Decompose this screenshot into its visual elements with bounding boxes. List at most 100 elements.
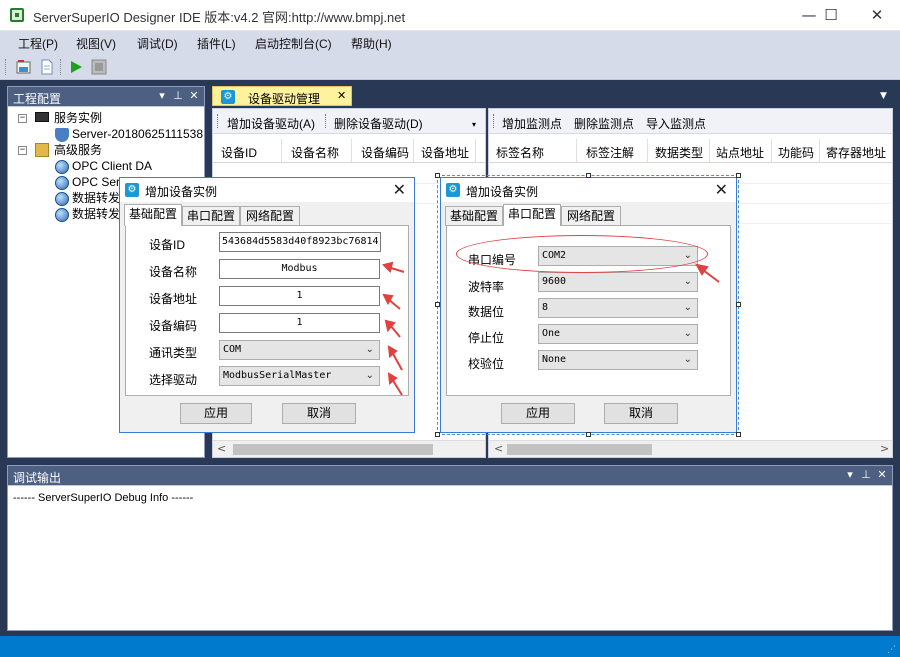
driver-select[interactable]: ModbusSerialMaster ⌄ [219,366,380,386]
import-monitor-point-button[interactable]: 导入监测点 [646,115,706,132]
resize-grip-icon[interactable]: ⋰ [887,645,896,655]
stopbits-label: 停止位 [468,331,505,345]
tree-item-advanced[interactable]: 高级服务 [54,142,102,158]
cancel-button[interactable]: 取消 [604,403,678,424]
tree-item-forward-1[interactable]: 数据转发 [72,190,120,206]
resize-handle[interactable] [586,432,591,437]
monitor-hscrollbar[interactable]: < > [489,440,892,457]
menu-view[interactable]: 视图(V) [76,35,116,52]
run-icon[interactable] [68,59,84,75]
resize-handle[interactable] [435,173,440,178]
shield-icon [55,128,69,142]
tree-item-opc-client[interactable]: OPC Client DA [72,158,152,174]
column-header[interactable]: 数据类型 [655,144,703,161]
cancel-button[interactable]: 取消 [282,403,356,424]
device-address-label: 设备地址 [149,292,198,306]
dialog-titlebar[interactable]: ⚙ 增加设备实例 ✕ [120,178,414,202]
dialog-close-icon[interactable]: ✕ [393,180,406,199]
column-header[interactable]: 标签注解 [586,144,634,161]
pin-icon[interactable]: ⊥ [171,89,185,102]
resize-handle[interactable] [435,432,440,437]
open-project-icon[interactable] [16,59,32,75]
tab-device-driver[interactable]: ⚙ 设备驱动管理 ✕ [212,86,352,106]
device-name-field[interactable]: Modbus [219,259,380,279]
apply-button[interactable]: 应用 [180,403,252,424]
resize-handle[interactable] [586,173,591,178]
scroll-left-icon[interactable]: < [217,442,226,455]
tab-serial-config[interactable]: 串口配置 [503,204,561,226]
menu-help[interactable]: 帮助(H) [351,35,392,52]
scroll-right-icon[interactable]: > [880,442,889,455]
close-icon[interactable]: ✕ [187,89,201,102]
scroll-thumb[interactable] [507,444,652,455]
device-hscrollbar[interactable]: < [213,440,485,457]
dialog-titlebar[interactable]: ⚙ 增加设备实例 ✕ [441,178,736,202]
tab-basic-config[interactable]: 基础配置 [124,204,182,226]
close-icon[interactable]: ✕ [875,468,889,481]
column-header[interactable]: 设备地址 [421,144,469,161]
tab-network-config[interactable]: 网络配置 [561,206,621,226]
column-header[interactable]: 设备ID [221,144,257,161]
stop-icon[interactable] [91,59,107,75]
menu-console[interactable]: 启动控制台(C) [255,35,332,52]
apply-button[interactable]: 应用 [501,403,575,424]
menu-plugins[interactable]: 插件(L) [197,35,236,52]
dialog-title: 增加设备实例 [145,185,218,199]
tab-list-icon[interactable]: ▼ [880,91,887,101]
scroll-thumb[interactable] [233,444,433,455]
stopbits-select[interactable]: One ⌄ [538,324,698,344]
pin-icon[interactable]: ⊥ [859,468,873,481]
scroll-left-icon[interactable]: < [494,442,503,455]
add-device-driver-button[interactable]: 增加设备驱动(A) [227,115,315,132]
maximize-button[interactable]: ☐ [808,0,854,30]
debug-output-header: 调试输出 ▾ ⊥ ✕ [8,466,892,486]
tree-item-service-instance[interactable]: 服务实例 [54,110,102,126]
toolbar-grip [217,114,219,128]
column-header[interactable]: 设备编码 [361,144,409,161]
tree-item-opc-server[interactable]: OPC Serv [72,174,126,190]
tab-network-config[interactable]: 网络配置 [240,206,300,226]
delete-monitor-point-button[interactable]: 删除监测点 [574,115,634,132]
globe-icon [55,192,69,206]
device-id-field[interactable]: 543684d5583d40f8923bc76814 [219,232,381,252]
device-id-label: 设备ID [149,238,186,252]
tree-item-server[interactable]: Server-20180625111538 [72,126,203,142]
overflow-icon[interactable]: ▾ [472,120,476,129]
tab-label: 设备驱动管理 [248,92,321,106]
resize-handle[interactable] [736,173,741,178]
resize-handle[interactable] [736,432,741,437]
column-header[interactable]: 功能码 [778,144,814,161]
device-code-field[interactable]: 1 [219,313,380,333]
chevron-down-icon[interactable]: ▾ [843,468,857,481]
chevron-down-icon: ⌄ [683,276,692,287]
parity-select[interactable]: None ⌄ [538,350,698,370]
folder-icon [35,143,49,157]
column-header[interactable]: 站点地址 [716,144,764,161]
databits-select[interactable]: 8 ⌄ [538,298,698,318]
resize-handle[interactable] [736,302,741,307]
delete-device-driver-button[interactable]: 删除设备驱动(D) [334,115,423,132]
toolbar [0,55,900,80]
chevron-down-icon[interactable]: ▾ [155,89,169,102]
debug-output-text[interactable]: ------ ServerSuperIO Debug Info ------ [13,492,193,504]
tab-close-icon[interactable]: ✕ [337,89,346,102]
tree-item-forward-2[interactable]: 数据转发 [72,206,120,222]
menu-project[interactable]: 工程(P) [18,35,58,52]
comm-type-select[interactable]: COM ⌄ [219,340,380,360]
baud-select[interactable]: 9600 ⌄ [538,272,698,292]
chevron-down-icon: ⌄ [683,302,692,313]
tab-serial-config[interactable]: 串口配置 [182,206,240,226]
add-monitor-point-button[interactable]: 增加监测点 [502,115,562,132]
column-header[interactable]: 设备名称 [291,144,339,161]
menu-debug[interactable]: 调试(D) [137,35,178,52]
dialog-close-icon[interactable]: ✕ [715,180,728,199]
device-address-field[interactable]: 1 [219,286,380,306]
collapse-icon[interactable]: − [18,146,27,155]
document-icon[interactable] [39,59,55,75]
resize-handle[interactable] [435,302,440,307]
tab-basic-config[interactable]: 基础配置 [445,206,503,226]
column-header[interactable]: 标签名称 [496,144,544,161]
collapse-icon[interactable]: − [18,114,27,123]
close-button[interactable]: ✕ [854,0,900,30]
column-header[interactable]: 寄存器地址 [826,144,886,161]
